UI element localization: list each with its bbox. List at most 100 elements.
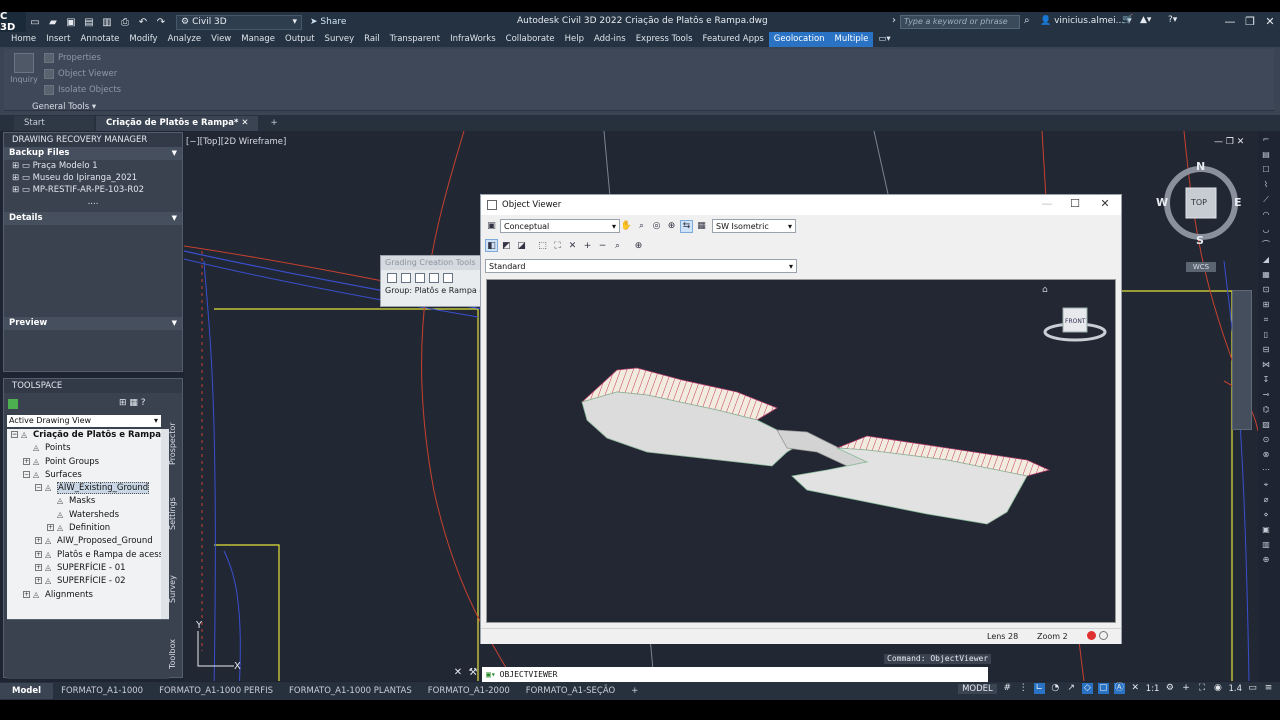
exchange-icon[interactable]: ▲▾ (1140, 15, 1151, 25)
cleanscreen-icon[interactable]: ▭ (1247, 683, 1258, 694)
tool-icon[interactable]: ▤ (1260, 149, 1272, 160)
wrench-icon[interactable]: ⚒ (467, 667, 479, 681)
arrow-right-icon[interactable]: › (892, 15, 896, 26)
workspace-select[interactable]: ⚙ Civil 3D ▾ (176, 14, 302, 30)
zoom-icon[interactable]: ⌕ (635, 220, 648, 233)
help-icon[interactable]: ?▾ (1168, 15, 1177, 25)
tree-item[interactable]: + ◬ SUPERFÍCIE - 02 (7, 575, 161, 588)
tab-transparent[interactable]: Transparent (385, 32, 445, 47)
tab-survey[interactable]: Survey (320, 32, 360, 47)
layout-tab[interactable]: FORMATO_A1-1000 (53, 683, 151, 699)
tool-icon[interactable]: ⌬ (1260, 404, 1272, 415)
properties-button[interactable]: Properties (44, 53, 101, 63)
compass-east[interactable]: E (1234, 196, 1242, 209)
polar-icon[interactable]: ◔ (1050, 683, 1061, 694)
compass-west[interactable]: W (1156, 196, 1168, 209)
object-viewer-viewport[interactable]: FRONT ⌂ (486, 279, 1116, 623)
zoom-realtime-icon[interactable]: ⌕ (611, 239, 624, 252)
isolate-objects-button[interactable]: Isolate Objects (44, 85, 121, 95)
camera-icon[interactable]: ▦ (695, 220, 708, 233)
tab-start[interactable]: Start (14, 116, 94, 131)
tree-item[interactable]: ◬ Watersheds (7, 509, 161, 522)
toolspace-toolbar-icons[interactable]: ⊞ ▦ ? (119, 398, 146, 408)
tab-featured-apps[interactable]: Featured Apps (698, 32, 769, 47)
layout-tab[interactable]: FORMATO_A1-SEÇÃO (518, 683, 623, 699)
inquiry-button[interactable]: Inquiry (10, 53, 38, 84)
tab-drawing[interactable]: Criação de Platôs e Rampa* ✕ (96, 116, 259, 131)
snap-icon[interactable]: ⋮ (1018, 683, 1029, 694)
expand-icon[interactable]: + (23, 457, 30, 465)
command-input[interactable]: ▣▾ OBJECTVIEWER (482, 666, 988, 682)
compass-north[interactable]: N (1196, 160, 1205, 173)
grading-criteria-icon[interactable] (429, 273, 439, 283)
tool-icon[interactable]: ◠ (1260, 209, 1272, 220)
tab-insert[interactable]: Insert (41, 32, 75, 47)
new-layout-button[interactable]: + (623, 683, 646, 699)
zoom-in-icon[interactable]: + (581, 239, 594, 252)
viewport-window-buttons[interactable]: — ❐ ✕ (1214, 137, 1244, 147)
tool-icon[interactable]: ⊙ (1260, 434, 1272, 445)
restore-button[interactable]: ❐ (1242, 14, 1258, 30)
tool-icon[interactable]: ⌐ (1260, 134, 1272, 145)
tab-rail[interactable]: Rail (359, 32, 385, 47)
tab-analyze[interactable]: Analyze (163, 32, 207, 47)
tool-icon[interactable]: ⊗ (1260, 449, 1272, 460)
tree-item[interactable]: + ◬ Platôs e Rampa de acesso (7, 549, 161, 562)
tab-survey[interactable]: Survey (168, 569, 184, 609)
osnap-icon[interactable]: ◇ (1081, 683, 1093, 694)
ortho-icon[interactable]: ∟ (1033, 683, 1045, 694)
ribbon-options-icon[interactable]: ▭▾ (873, 32, 895, 47)
grading-group-icon[interactable] (401, 273, 411, 283)
tree-item[interactable]: + ◬ AIW_Proposed_Ground (7, 535, 161, 548)
layout-tab[interactable]: Model (0, 683, 54, 699)
model-space-toggle[interactable]: MODEL (958, 683, 997, 694)
tree-item[interactable]: ◬ Points (7, 442, 161, 455)
tool-icon[interactable]: ⋈ (1260, 359, 1272, 370)
tree-item[interactable]: ◬ Masks (7, 495, 161, 508)
tree-item[interactable]: − ◬ Surfaces (7, 469, 161, 482)
tab-multiple[interactable]: Multiple (829, 32, 874, 47)
tool-icon[interactable]: ⊟ (1260, 344, 1272, 355)
viewport-controls[interactable]: [−][Top][2D Wireframe] (186, 137, 286, 147)
tool-icon[interactable]: ⌒ (1260, 239, 1272, 250)
scale-readout[interactable]: 1:1 (1146, 684, 1160, 694)
annotation-scale-icon[interactable]: Ⓐ (1113, 683, 1125, 694)
viewcube-top-label[interactable]: TOP (1191, 198, 1207, 207)
close-icon[interactable]: ✕ (452, 667, 464, 681)
tool-icon[interactable]: ▣ (1260, 524, 1272, 535)
tree-item[interactable]: − ◬ Criação de Platôs e Rampa (7, 429, 161, 442)
close-button[interactable]: ✕ (1262, 14, 1278, 30)
tool-icon[interactable]: ▥ (1260, 539, 1272, 550)
tool-icon[interactable]: ☐ (1260, 164, 1272, 175)
visual-style-select[interactable]: Conceptual ▾ (500, 219, 620, 233)
compass-south[interactable]: S (1196, 234, 1204, 247)
tab-manage[interactable]: Manage (236, 32, 280, 47)
search-input[interactable]: Type a keyword or phrase (900, 15, 1020, 29)
expand-icon[interactable]: + (35, 577, 42, 585)
expand-icon[interactable]: + (47, 524, 54, 532)
search-icon[interactable]: ⌕ (1024, 15, 1030, 26)
save-as-icon[interactable]: ▤ (82, 15, 96, 29)
tab-toolbox[interactable]: Toolbox (168, 634, 184, 674)
tool-icon[interactable]: ▨ (1260, 419, 1272, 430)
grading-layer-icon[interactable] (415, 273, 425, 283)
layout-tab[interactable]: FORMATO_A1-1000 PLANTAS (281, 683, 420, 699)
plus-icon[interactable]: + (1180, 683, 1191, 694)
grid-icon[interactable]: # (1002, 683, 1013, 694)
minimize-button[interactable]: — (1222, 14, 1238, 30)
close-icon[interactable]: ✕ (241, 118, 248, 128)
wcs-menu[interactable]: WCS (1186, 262, 1216, 272)
active-drawing-view-select[interactable]: Active Drawing View ▾ (7, 415, 161, 427)
tab-modify[interactable]: Modify (124, 32, 162, 47)
tool-icon[interactable]: ⋄ (1260, 509, 1272, 520)
print-icon[interactable]: ⎙ (118, 15, 132, 29)
tree-item[interactable]: + ◬ Point Groups (7, 456, 161, 469)
new-tab-button[interactable]: + (260, 116, 287, 131)
tab-prospector[interactable]: Prospector (168, 409, 184, 479)
backup-file-item[interactable]: ⊞ ▭ Museu do Ipiranga_2021 (4, 172, 182, 184)
undo-icon[interactable]: ↶ (136, 15, 150, 29)
expand-icon[interactable]: + (35, 563, 42, 571)
tool-icon[interactable]: ⌇ (1260, 179, 1272, 190)
view-select[interactable]: SW Isometric ▾ (712, 219, 796, 233)
tool-icon[interactable]: ⌗ (1260, 314, 1272, 325)
